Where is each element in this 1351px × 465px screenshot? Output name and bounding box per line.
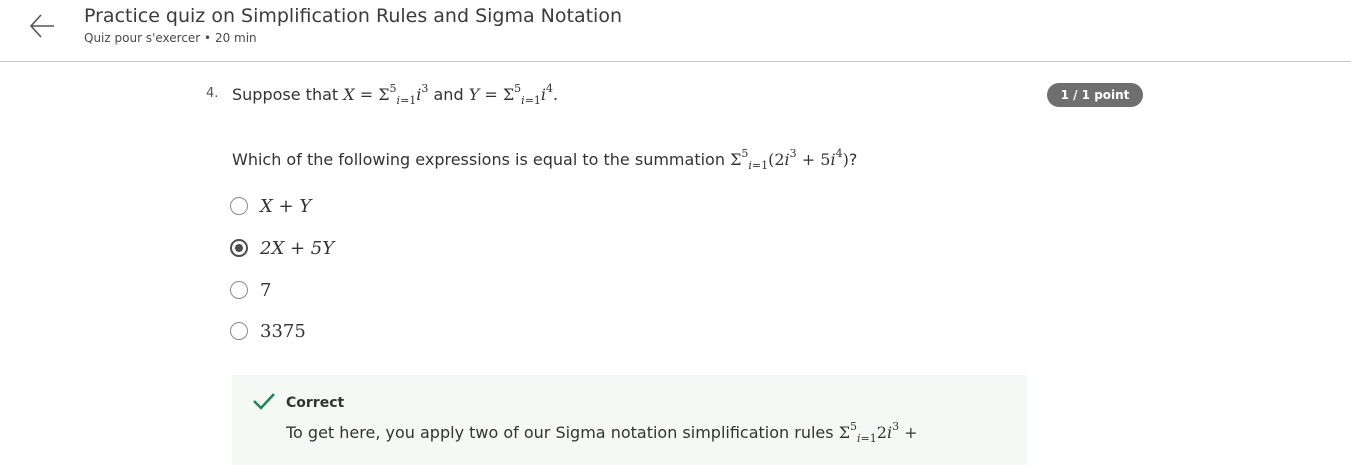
math-x-definition: X = Σ5i=1i3 (343, 81, 429, 108)
points-badge: 1 / 1 point (1047, 83, 1143, 107)
option-label: 2X + 5Y (260, 237, 335, 259)
arrow-left-icon (29, 14, 54, 38)
option-label: 7 (260, 279, 272, 301)
feedback-text: To get here, you apply two of our Sigma … (286, 423, 834, 442)
question-prompt: Which of the following expressions is eq… (232, 146, 858, 173)
answer-option-4[interactable]: 3375 (230, 317, 306, 345)
feedback-status: Correct (286, 395, 345, 411)
stem-prefix: Suppose that (232, 85, 339, 104)
math-y-definition: Y = Σ5i=1i4. (468, 81, 559, 108)
prompt-text: Which of the following expressions is eq… (232, 150, 725, 169)
answer-option-1[interactable]: X + Y (230, 192, 311, 220)
answer-option-3[interactable]: 7 (230, 276, 271, 304)
stem-and: and (433, 85, 464, 104)
radio-button-selected[interactable] (230, 239, 248, 257)
feedback-explanation: To get here, you apply two of our Sigma … (286, 419, 918, 446)
checkmark-icon (253, 393, 275, 410)
radio-button[interactable] (230, 197, 248, 215)
question-number: 4. (206, 86, 219, 101)
feedback-panel: Correct To get here, you apply two of ou… (232, 375, 1027, 465)
option-label: X + Y (260, 195, 312, 217)
math-summation: Σ5i=1(2i3 + 5i4) (730, 146, 849, 173)
option-label: 3375 (260, 320, 306, 342)
quiz-header: Practice quiz on Simplification Rules an… (0, 0, 1351, 62)
question-stem: Suppose that X = Σ5i=1i3 and Y = Σ5i=1i4… (232, 81, 559, 108)
math-feedback-expression: Σ5i=12i3 + (838, 419, 918, 446)
answer-option-2[interactable]: 2X + 5Y (230, 234, 334, 262)
back-button[interactable] (24, 10, 60, 42)
quiz-title: Practice quiz on Simplification Rules an… (84, 5, 622, 27)
quiz-subtitle: Quiz pour s'exercer • 20 min (84, 31, 257, 45)
radio-button[interactable] (230, 322, 248, 340)
radio-button[interactable] (230, 281, 248, 299)
